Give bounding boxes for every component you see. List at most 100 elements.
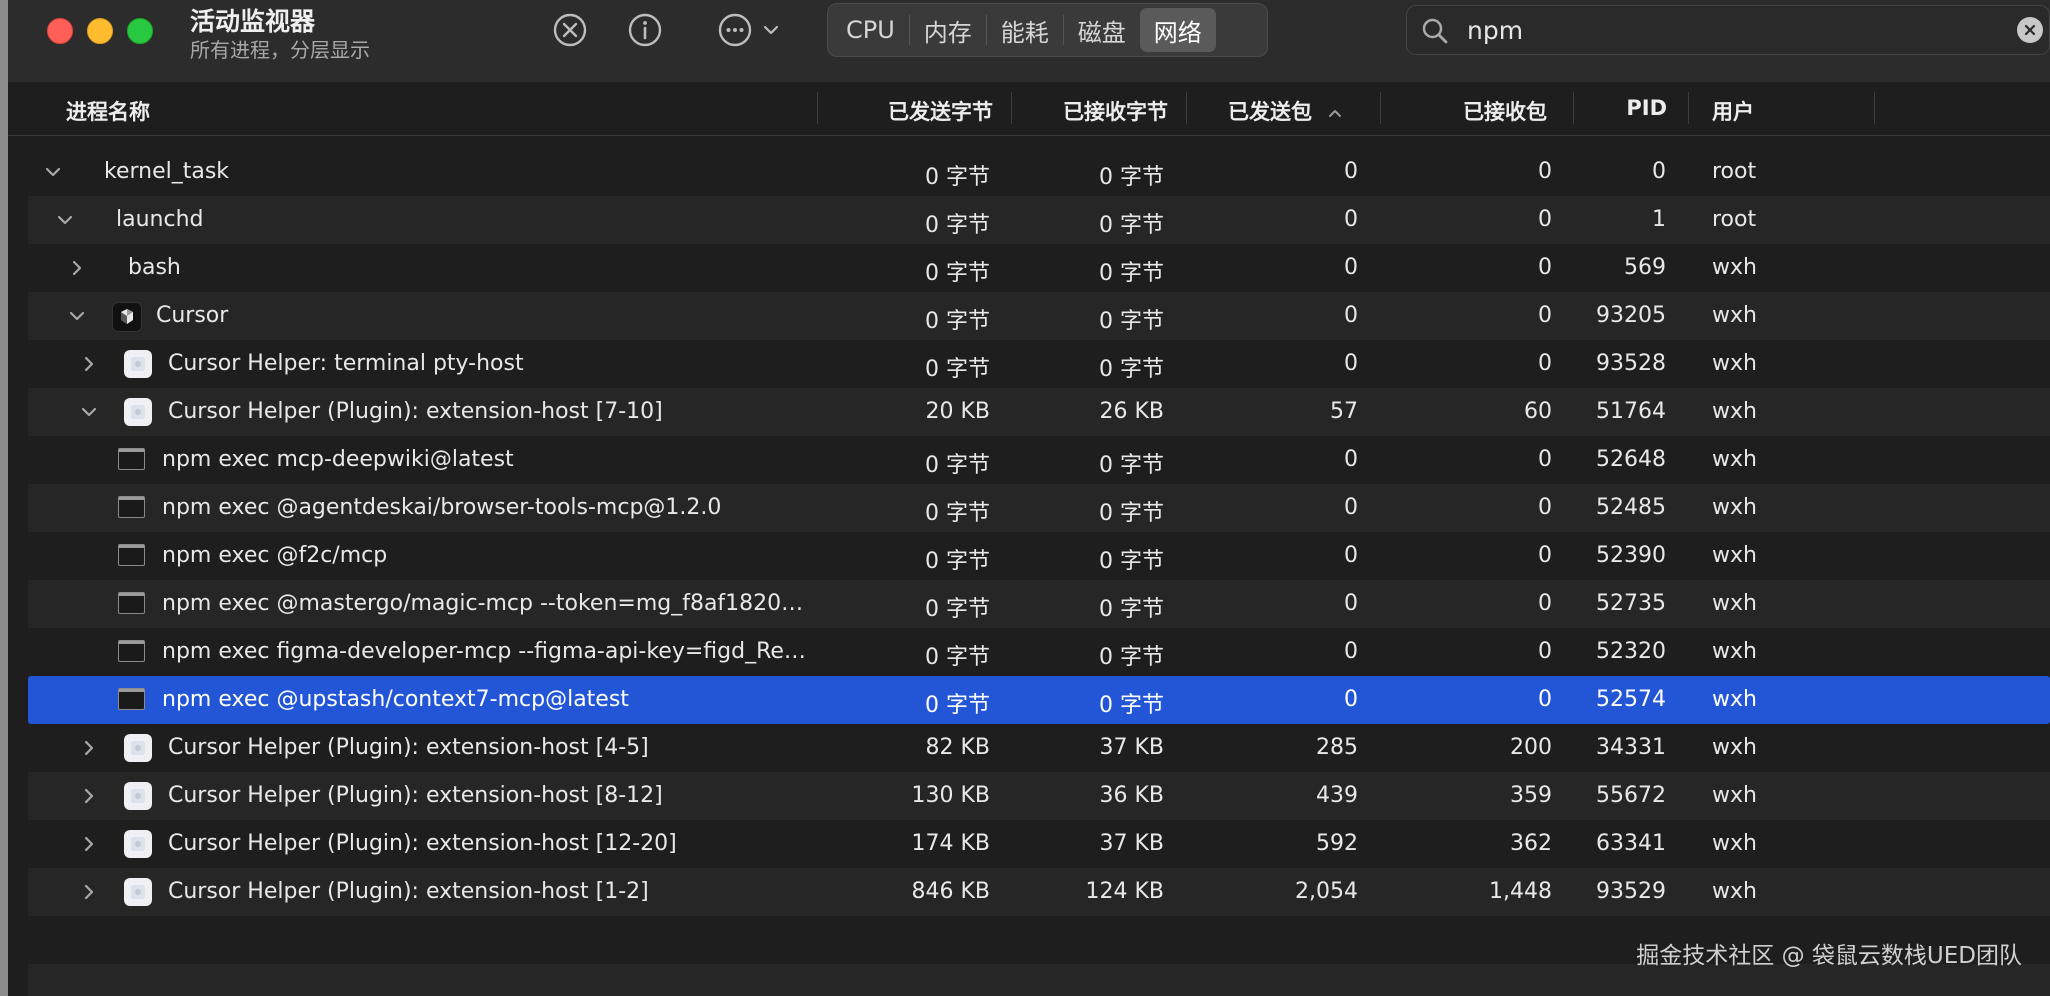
inspect-process-button[interactable] xyxy=(621,10,669,50)
helper-logo-icon xyxy=(131,837,145,851)
packets-received-cell: 0 xyxy=(1538,207,1552,232)
disclosure-chevron-right-icon[interactable] xyxy=(79,882,99,902)
search-icon xyxy=(1422,18,1448,44)
table-row[interactable]: npm exec @mastergo/magic-mcp --token=mg_… xyxy=(28,580,2050,628)
packets-sent-cell: 439 xyxy=(1316,783,1358,808)
helper-process-icon xyxy=(124,734,152,762)
stop-process-button[interactable] xyxy=(546,10,594,50)
table-row[interactable]: launchd 0 字节 0 字节 0 0 1 root xyxy=(28,196,2050,244)
packets-sent-cell: 0 xyxy=(1344,351,1358,376)
bytes-received-cell: 26 KB xyxy=(1099,399,1164,424)
column-separator[interactable] xyxy=(1186,92,1187,124)
disclosure-chevron-down-icon[interactable] xyxy=(67,306,87,326)
disclosure-chevron-right-icon[interactable] xyxy=(79,738,99,758)
disclosure-chevron-down-icon[interactable] xyxy=(43,162,63,182)
packets-received-cell: 1,448 xyxy=(1489,879,1552,904)
column-header: 进程名称 已发送字节 已接收字节 已发送包 已接收包 PID 用户 xyxy=(8,82,2050,136)
user-cell: wxh xyxy=(1712,831,1757,856)
table-row[interactable]: npm exec figma-developer-mcp --figma-api… xyxy=(28,628,2050,676)
info-circle-icon xyxy=(628,13,662,47)
search-field[interactable]: npm xyxy=(1406,5,2050,55)
column-process-name[interactable]: 进程名称 xyxy=(66,96,150,126)
user-cell: wxh xyxy=(1712,783,1757,808)
table-row[interactable]: Cursor Helper (Plugin): extension-host [… xyxy=(28,820,2050,868)
process-name: npm exec @f2c/mcp xyxy=(162,543,388,568)
user-cell: wxh xyxy=(1712,639,1757,664)
helper-process-icon xyxy=(124,782,152,810)
table-row[interactable]: Cursor Helper (Plugin): extension-host [… xyxy=(28,772,2050,820)
tab-network[interactable]: 网络 xyxy=(1139,8,1216,52)
bytes-sent-cell: 0 字节 xyxy=(925,453,990,478)
terminal-exec-icon xyxy=(118,448,145,470)
bytes-sent-cell: 0 字节 xyxy=(925,165,990,190)
tab-memory[interactable]: 内存 xyxy=(910,8,986,52)
column-separator[interactable] xyxy=(1874,92,1875,124)
column-separator[interactable] xyxy=(1573,92,1574,124)
stop-x-circle-icon xyxy=(553,13,587,47)
table-row-selected[interactable]: npm exec @upstash/context7-mcp@latest 0 字… xyxy=(28,676,2050,724)
disclosure-chevron-right-icon[interactable] xyxy=(79,354,99,374)
bytes-received-cell: 36 KB xyxy=(1099,783,1164,808)
bytes-received-cell: 124 KB xyxy=(1085,879,1164,904)
pid-cell: 93528 xyxy=(1596,351,1666,376)
column-separator[interactable] xyxy=(817,92,818,124)
table-row[interactable]: npm exec @agentdeskai/browser-tools-mcp@… xyxy=(28,484,2050,532)
column-packets-received[interactable]: 已接收包 xyxy=(1463,96,1547,126)
column-pid[interactable]: PID xyxy=(1626,96,1667,120)
user-cell: wxh xyxy=(1712,591,1757,616)
table-row[interactable]: Cursor Helper (Plugin): extension-host [… xyxy=(28,724,2050,772)
column-separator[interactable] xyxy=(1380,92,1381,124)
bytes-received-cell: 0 字节 xyxy=(1099,453,1164,478)
minimize-window-button[interactable] xyxy=(87,18,113,44)
helper-logo-icon xyxy=(131,885,145,899)
packets-received-cell: 0 xyxy=(1538,495,1552,520)
table-row[interactable]: Cursor Helper (Plugin): extension-host [… xyxy=(28,868,2050,916)
more-actions-button[interactable] xyxy=(709,10,789,50)
helper-process-icon xyxy=(124,830,152,858)
terminal-exec-icon xyxy=(118,640,145,662)
process-name: npm exec mcp-deepwiki@latest xyxy=(162,447,514,472)
tab-energy[interactable]: 能耗 xyxy=(987,8,1063,52)
user-cell: wxh xyxy=(1712,303,1757,328)
bytes-sent-cell: 82 KB xyxy=(925,735,990,760)
column-separator[interactable] xyxy=(1688,92,1689,124)
column-user[interactable]: 用户 xyxy=(1712,96,1754,126)
column-bytes-sent[interactable]: 已发送字节 xyxy=(888,96,993,126)
packets-sent-cell: 0 xyxy=(1344,255,1358,280)
window-title: 活动监视器 xyxy=(190,7,316,36)
column-separator[interactable] xyxy=(1011,92,1012,124)
column-bytes-received[interactable]: 已接收字节 xyxy=(1063,96,1168,126)
packets-received-cell: 0 xyxy=(1538,639,1552,664)
disclosure-chevron-right-icon[interactable] xyxy=(79,834,99,854)
zoom-window-button[interactable] xyxy=(127,18,153,44)
bytes-received-cell: 0 字节 xyxy=(1099,357,1164,382)
disclosure-chevron-right-icon[interactable] xyxy=(67,258,87,278)
table-row[interactable]: npm exec mcp-deepwiki@latest 0 字节 0 字节 0 0 52… xyxy=(28,436,2050,484)
table-row[interactable]: bash 0 字节 0 字节 0 0 569 wxh xyxy=(28,244,2050,292)
disclosure-chevron-down-icon[interactable] xyxy=(55,210,75,230)
pid-cell: 52320 xyxy=(1596,639,1666,664)
table-row[interactable]: Cursor 0 字节 0 字节 0 0 93205 wxh xyxy=(28,292,2050,340)
helper-process-icon xyxy=(124,350,152,378)
disclosure-chevron-down-icon[interactable] xyxy=(79,402,99,422)
tab-cpu[interactable]: CPU xyxy=(832,8,909,52)
activity-monitor-window: 活动监视器 所有进程，分层显示 CPU 内存 能耗 磁盘 网络 npm 进程名称… xyxy=(8,0,2050,996)
table-row[interactable]: npm exec @f2c/mcp 0 字节 0 字节 0 0 52390 wxh xyxy=(28,532,2050,580)
user-cell: root xyxy=(1712,159,1757,184)
packets-sent-cell: 0 xyxy=(1344,591,1358,616)
bytes-received-cell: 0 字节 xyxy=(1099,645,1164,670)
bytes-sent-cell: 0 字节 xyxy=(925,597,990,622)
column-packets-sent-header[interactable]: 已发送包 xyxy=(1228,96,1344,126)
table-row[interactable]: kernel_task 0 字节 0 字节 0 0 0 root xyxy=(28,148,2050,196)
search-input[interactable]: npm xyxy=(1467,16,1523,45)
packets-received-cell: 0 xyxy=(1538,543,1552,568)
tab-disk[interactable]: 磁盘 xyxy=(1064,8,1140,52)
table-row[interactable]: Cursor Helper (Plugin): extension-host [… xyxy=(28,388,2050,436)
process-name: kernel_task xyxy=(104,159,230,184)
packets-sent-cell: 0 xyxy=(1344,159,1358,184)
disclosure-chevron-right-icon[interactable] xyxy=(79,786,99,806)
clear-search-button[interactable] xyxy=(2017,17,2043,43)
pid-cell: 52390 xyxy=(1596,543,1666,568)
table-row[interactable]: Cursor Helper: terminal pty-host 0 字节 0 字节… xyxy=(28,340,2050,388)
close-window-button[interactable] xyxy=(47,18,73,44)
